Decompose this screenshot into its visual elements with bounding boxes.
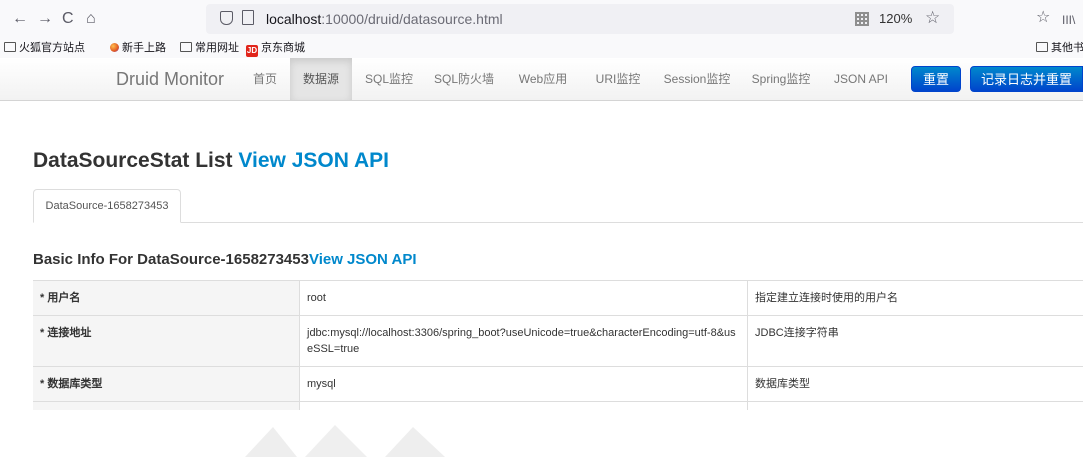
row-desc: JDBC连接字符串 bbox=[747, 315, 1083, 367]
saved-bookmarks-icon[interactable]: ☆ bbox=[1036, 8, 1050, 28]
url-text[interactable]: localhost:10000/druid/datasource.html bbox=[266, 10, 503, 28]
bookmark-item[interactable]: 火狐官方站点 bbox=[4, 40, 85, 56]
nav-spring-monitor[interactable]: Spring监控 bbox=[745, 58, 817, 100]
browser-toolbar: ← → C ⌂ localhost:10000/druid/datasource… bbox=[0, 0, 1083, 38]
nav-home[interactable]: 首页 bbox=[245, 58, 285, 100]
tab-datasource[interactable]: DataSource-1658273453 bbox=[33, 189, 181, 223]
nav-web-app[interactable]: Web应用 bbox=[508, 58, 578, 100]
table-row: * 数据库类型 mysql 数据库类型 bbox=[33, 366, 1083, 402]
row-desc: 数据库类型 bbox=[747, 366, 1083, 402]
folder-icon bbox=[4, 42, 16, 52]
view-json-api-link[interactable]: View JSON API bbox=[238, 149, 389, 172]
basic-info-title: Basic Info For DataSource-1658273453View… bbox=[33, 251, 417, 268]
qr-code-icon[interactable] bbox=[855, 12, 869, 26]
shield-icon[interactable] bbox=[220, 11, 233, 25]
basic-info-json-api-link[interactable]: View JSON API bbox=[309, 251, 417, 268]
forward-icon[interactable]: → bbox=[37, 9, 53, 29]
nav-session-monitor[interactable]: Session监控 bbox=[657, 58, 737, 100]
bookmark-item[interactable]: 新手上路 bbox=[110, 40, 166, 56]
bookmarks-bar: 火狐官方站点 新手上路 常用网址 JD京东商城 其他书签 bbox=[0, 38, 1083, 58]
page-title: DataSourceStat List View JSON API bbox=[33, 149, 389, 172]
other-bookmarks[interactable]: 其他书签 bbox=[1036, 40, 1083, 56]
row-desc bbox=[747, 401, 1083, 410]
bookmark-star-icon[interactable]: ☆ bbox=[925, 8, 940, 28]
nav-sql-firewall[interactable]: SQL防火墙 bbox=[426, 58, 502, 100]
page-icon[interactable] bbox=[242, 10, 254, 25]
log-and-reset-button[interactable]: 记录日志并重置 bbox=[970, 66, 1083, 92]
row-value bbox=[299, 401, 748, 410]
library-icon[interactable]: III\ bbox=[1062, 10, 1075, 30]
reset-button[interactable]: 重置 bbox=[911, 66, 961, 92]
basic-info-table: * 用户名 root 指定建立连接时使用的用户名 * 连接地址 jdbc:mys… bbox=[33, 280, 1083, 410]
back-icon[interactable]: ← bbox=[12, 9, 28, 29]
folder-icon bbox=[180, 42, 192, 52]
nav-sql-monitor[interactable]: SQL监控 bbox=[356, 58, 422, 100]
row-key: * 数据库类型 bbox=[33, 366, 300, 402]
bookmark-item[interactable]: JD 京东商城 bbox=[246, 40, 305, 57]
table-row: * 用户名 root 指定建立连接时使用的用户名 bbox=[33, 280, 1083, 316]
nav-datasource[interactable]: 数据源 bbox=[290, 58, 352, 100]
row-value: root bbox=[299, 280, 748, 316]
bookmark-item[interactable]: 常用网址 bbox=[180, 40, 239, 56]
nav-uri-monitor[interactable]: URI监控 bbox=[585, 58, 651, 100]
firefox-icon bbox=[110, 43, 119, 52]
table-row: * 连接地址 jdbc:mysql://localhost:3306/sprin… bbox=[33, 315, 1083, 367]
folder-icon bbox=[1036, 42, 1048, 52]
nav-json-api[interactable]: JSON API bbox=[826, 58, 896, 100]
row-key: * 连接地址 bbox=[33, 315, 300, 367]
row-value: jdbc:mysql://localhost:3306/spring_boot?… bbox=[299, 315, 748, 367]
jd-logo-icon: JD bbox=[246, 45, 258, 57]
tabs-divider bbox=[33, 222, 1083, 223]
watermark-graphic bbox=[245, 425, 445, 457]
home-icon[interactable]: ⌂ bbox=[86, 9, 96, 29]
zoom-level[interactable]: 120% bbox=[879, 10, 912, 28]
brand[interactable]: Druid Monitor bbox=[116, 69, 224, 89]
row-desc: 指定建立连接时使用的用户名 bbox=[747, 280, 1083, 316]
row-key bbox=[33, 401, 300, 410]
druid-navbar: Druid Monitor 首页 数据源 SQL监控 SQL防火墙 Web应用 … bbox=[0, 58, 1083, 101]
row-value: mysql bbox=[299, 366, 748, 402]
table-row bbox=[33, 401, 1083, 410]
row-key: * 用户名 bbox=[33, 280, 300, 316]
reload-icon[interactable]: C bbox=[62, 9, 74, 29]
